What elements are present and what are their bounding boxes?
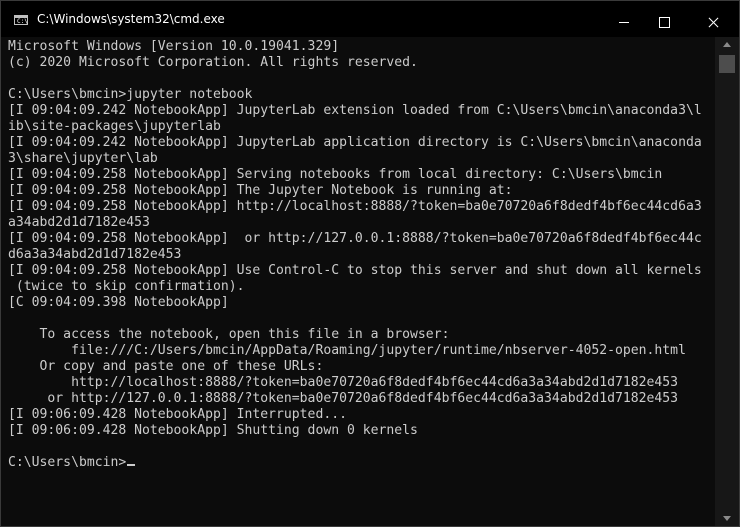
console-line: [I 09:04:09.258 NotebookApp] The Jupyter… — [8, 183, 513, 198]
console-line: Microsoft Windows [Version 10.0.19041.32… — [8, 39, 340, 54]
console-line: 3\share\jupyter\lab — [8, 151, 158, 166]
console-output[interactable]: Microsoft Windows [Version 10.0.19041.32… — [1, 37, 715, 526]
console-line: d6a3a34abd2d1d7182e453 — [8, 247, 182, 262]
console-line: [I 09:04:09.258 NotebookApp] http://loca… — [8, 199, 702, 214]
console-line: (twice to skip confirmation). — [8, 279, 245, 294]
scroll-down-button[interactable] — [715, 510, 739, 526]
vertical-scrollbar[interactable] — [715, 37, 739, 526]
console-line: Or copy and paste one of these URLs: — [8, 359, 324, 374]
console-line: ib\site-packages\jupyterlab — [8, 119, 221, 134]
title-bar[interactable]: C:\ C:\Windows\system32\cmd.exe — [1, 1, 739, 37]
text-cursor — [127, 464, 136, 466]
console-line: To access the notebook, open this file i… — [8, 327, 450, 342]
console-line: [I 09:04:09.242 NotebookApp] JupyterLab … — [8, 103, 702, 118]
console-line: [I 09:04:09.258 NotebookApp] or http://1… — [8, 231, 702, 246]
maximize-button[interactable] — [646, 1, 692, 37]
scroll-down-arrow-icon — [723, 516, 731, 521]
console-line: [I 09:06:09.428 NotebookApp] Shutting do… — [8, 423, 418, 438]
cmd-app-icon[interactable]: C:\ — [14, 15, 28, 25]
console-lines: Microsoft Windows [Version 10.0.19041.32… — [8, 39, 702, 471]
minimize-button[interactable] — [601, 1, 647, 37]
command-prompt: C:\Users\bmcin> — [8, 455, 127, 470]
console-line: [I 09:04:09.258 NotebookApp] Use Control… — [8, 263, 702, 278]
scroll-up-arrow-icon — [723, 42, 731, 47]
console-line: [I 09:04:09.242 NotebookApp] JupyterLab … — [8, 135, 702, 150]
close-button[interactable] — [691, 1, 737, 37]
console-line: (c) 2020 Microsoft Corporation. All righ… — [8, 55, 418, 70]
console-line: http://localhost:8888/?token=ba0e70720a6… — [8, 375, 679, 390]
minimize-icon — [601, 1, 647, 37]
window-title: C:\Windows\system32\cmd.exe — [37, 12, 225, 26]
maximize-icon — [646, 1, 692, 37]
cmd-window: C:\ C:\Windows\system32\cmd.exe Microsof… — [0, 0, 740, 527]
console-line: [C 09:04:09.398 NotebookApp] — [8, 295, 229, 310]
cmd-app-icon-glyph: C:\ — [17, 18, 28, 25]
console-line: a34abd2d1d7182e453 — [8, 215, 150, 230]
prompt-line[interactable]: C:\Users\bmcin> — [8, 455, 702, 471]
console-line: file:///C:/Users/bmcin/AppData/Roaming/j… — [8, 343, 686, 358]
console-line: or http://127.0.0.1:8888/?token=ba0e7072… — [8, 391, 679, 406]
console-line: C:\Users\bmcin>jupyter notebook — [8, 87, 253, 102]
scroll-up-button[interactable] — [715, 37, 739, 53]
console-line: [I 09:04:09.258 NotebookApp] Serving not… — [8, 167, 663, 182]
scrollbar-thumb[interactable] — [719, 55, 735, 73]
close-icon — [691, 1, 737, 37]
console-line: [I 09:06:09.428 NotebookApp] Interrupted… — [8, 407, 347, 422]
